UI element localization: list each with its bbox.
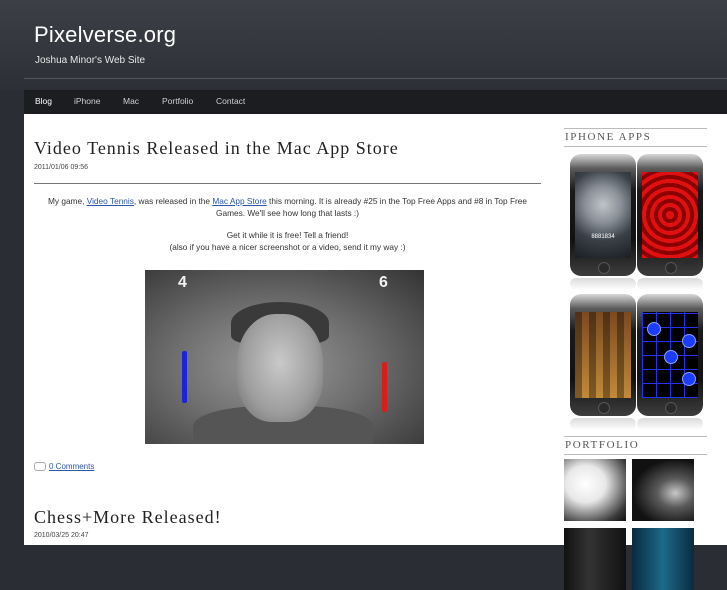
iphone-app-dialer[interactable]: 8881834 xyxy=(570,154,636,276)
comments-link[interactable]: 0 Comments xyxy=(49,462,94,471)
home-button-icon xyxy=(598,402,610,414)
iphone-app-red-spiral[interactable] xyxy=(637,154,703,276)
post-date: 2010/03/25 20:47 xyxy=(34,532,89,539)
post-paragraph: (also if you have a nicer screenshot or … xyxy=(169,241,406,252)
balls-screen xyxy=(642,312,698,398)
site-header: Pixelverse.org Joshua Minor's Web Site xyxy=(0,0,727,90)
reflection xyxy=(570,418,636,430)
portfolio-thumbnail[interactable] xyxy=(564,459,626,521)
ball-icon xyxy=(664,350,678,364)
reflection xyxy=(570,278,636,290)
nav-item-iphone[interactable]: iPhone xyxy=(74,96,100,106)
post-text: My game, xyxy=(47,196,87,206)
nav-item-contact[interactable]: Contact xyxy=(216,96,245,106)
ball-icon xyxy=(682,372,696,386)
post-text: , was released in the xyxy=(133,196,213,206)
portfolio-thumbnail[interactable] xyxy=(564,528,626,590)
portfolio-thumbnail[interactable] xyxy=(632,459,694,521)
home-button-icon xyxy=(665,402,677,414)
nav-item-portfolio[interactable]: Portfolio xyxy=(162,96,193,106)
mac-app-store-link[interactable]: Mac App Store xyxy=(212,196,266,206)
score-right: 6 xyxy=(379,274,388,291)
video-tennis-screenshot[interactable]: 4 6 xyxy=(145,270,424,444)
post-paragraph: My game, Video Tennis, was released in t… xyxy=(34,196,541,219)
iphone-app-chess[interactable] xyxy=(570,294,636,416)
site-title[interactable]: Pixelverse.org xyxy=(34,22,176,48)
video-tennis-link[interactable]: Video Tennis xyxy=(87,196,134,206)
score-left: 4 xyxy=(178,274,187,291)
home-button-icon xyxy=(665,262,677,274)
post-date: 2011/01/06 09:56 xyxy=(34,164,88,171)
ball-icon xyxy=(647,322,661,336)
portfolio-heading: PORTFOLIO xyxy=(564,436,707,455)
comments: 0 Comments xyxy=(34,462,94,472)
ball-icon xyxy=(682,334,696,348)
nav-item-mac[interactable]: Mac xyxy=(123,96,139,106)
content-area: Video Tennis Released in the Mac App Sto… xyxy=(24,114,727,590)
iphone-apps-heading: IPHONE APPS xyxy=(564,128,707,147)
post-title[interactable]: Chess+More Released! xyxy=(34,507,222,528)
left-paddle xyxy=(182,351,187,403)
header-divider xyxy=(24,78,727,79)
post-title[interactable]: Video Tennis Released in the Mac App Sto… xyxy=(34,138,399,159)
right-paddle xyxy=(382,362,387,412)
dial-number: 8881834 xyxy=(591,234,615,240)
portfolio-thumbnail[interactable] xyxy=(632,528,694,590)
iphone-app-blue-balls[interactable] xyxy=(637,294,703,416)
player-face xyxy=(237,314,323,422)
chess-screen xyxy=(575,312,631,398)
post-body: My game, Video Tennis, was released in t… xyxy=(34,196,541,253)
site-subtitle: Joshua Minor's Web Site xyxy=(35,55,146,66)
post-divider xyxy=(34,183,541,184)
reflection xyxy=(637,278,703,290)
main-nav: Blog iPhone Mac Portfolio Contact xyxy=(24,90,727,114)
home-button-icon xyxy=(598,262,610,274)
dialer-screen: 8881834 xyxy=(575,172,631,258)
spiral-screen xyxy=(642,172,698,258)
reflection xyxy=(637,418,703,430)
comment-icon xyxy=(34,462,46,472)
nav-item-blog[interactable]: Blog xyxy=(35,96,52,106)
post-paragraph: Get it while it is free! Tell a friend! xyxy=(226,230,349,240)
